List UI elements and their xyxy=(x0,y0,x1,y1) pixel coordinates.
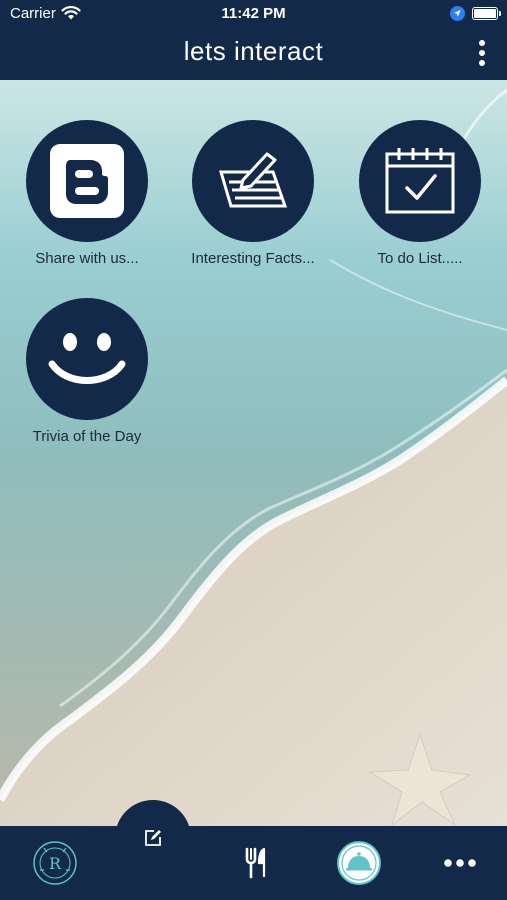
clock: 11:42 PM xyxy=(221,5,286,22)
location-icon xyxy=(450,6,465,21)
tile-share-with-us[interactable]: Share with us... xyxy=(12,120,162,267)
battery-icon xyxy=(472,7,501,20)
more-dots-icon xyxy=(444,859,476,867)
tab-home-logo[interactable]: R xyxy=(30,838,80,888)
edit-icon xyxy=(145,830,161,846)
fork-knife-icon xyxy=(245,847,266,879)
calendar-check-icon xyxy=(385,148,455,214)
main-content: Share with us... Interesting Facts... To… xyxy=(0,80,507,826)
page-title: lets interact xyxy=(183,36,324,66)
tile-trivia-of-the-day[interactable]: Trivia of the Day xyxy=(12,298,162,445)
compose-button[interactable] xyxy=(115,800,191,876)
cloche-icon xyxy=(337,841,381,885)
tile-to-do-list[interactable]: To do List..... xyxy=(345,120,495,267)
tile-circle[interactable] xyxy=(359,120,481,242)
tab-dining[interactable] xyxy=(235,843,279,883)
tile-circle[interactable] xyxy=(26,120,148,242)
tab-bar: R xyxy=(0,826,507,900)
tile-label: To do List..... xyxy=(377,250,463,267)
smiley-icon xyxy=(48,333,126,384)
more-vertical-icon[interactable] xyxy=(470,38,494,68)
nav-bar: lets interact xyxy=(0,28,507,80)
tab-room-service[interactable] xyxy=(334,838,384,888)
svg-text:R: R xyxy=(49,854,62,873)
tab-more[interactable] xyxy=(438,848,482,878)
tile-label: Interesting Facts... xyxy=(191,250,315,267)
logo-badge: R xyxy=(33,841,77,885)
notes-pen-icon xyxy=(218,152,288,208)
tile-label: Trivia of the Day xyxy=(32,428,142,445)
tile-circle[interactable] xyxy=(192,120,314,242)
tile-circle[interactable] xyxy=(26,298,148,420)
status-bar: Carrier 11:42 PM xyxy=(0,0,507,28)
tile-interesting-facts[interactable]: Interesting Facts... xyxy=(178,120,328,267)
blogger-icon xyxy=(50,144,124,218)
tile-label: Share with us... xyxy=(35,250,139,267)
